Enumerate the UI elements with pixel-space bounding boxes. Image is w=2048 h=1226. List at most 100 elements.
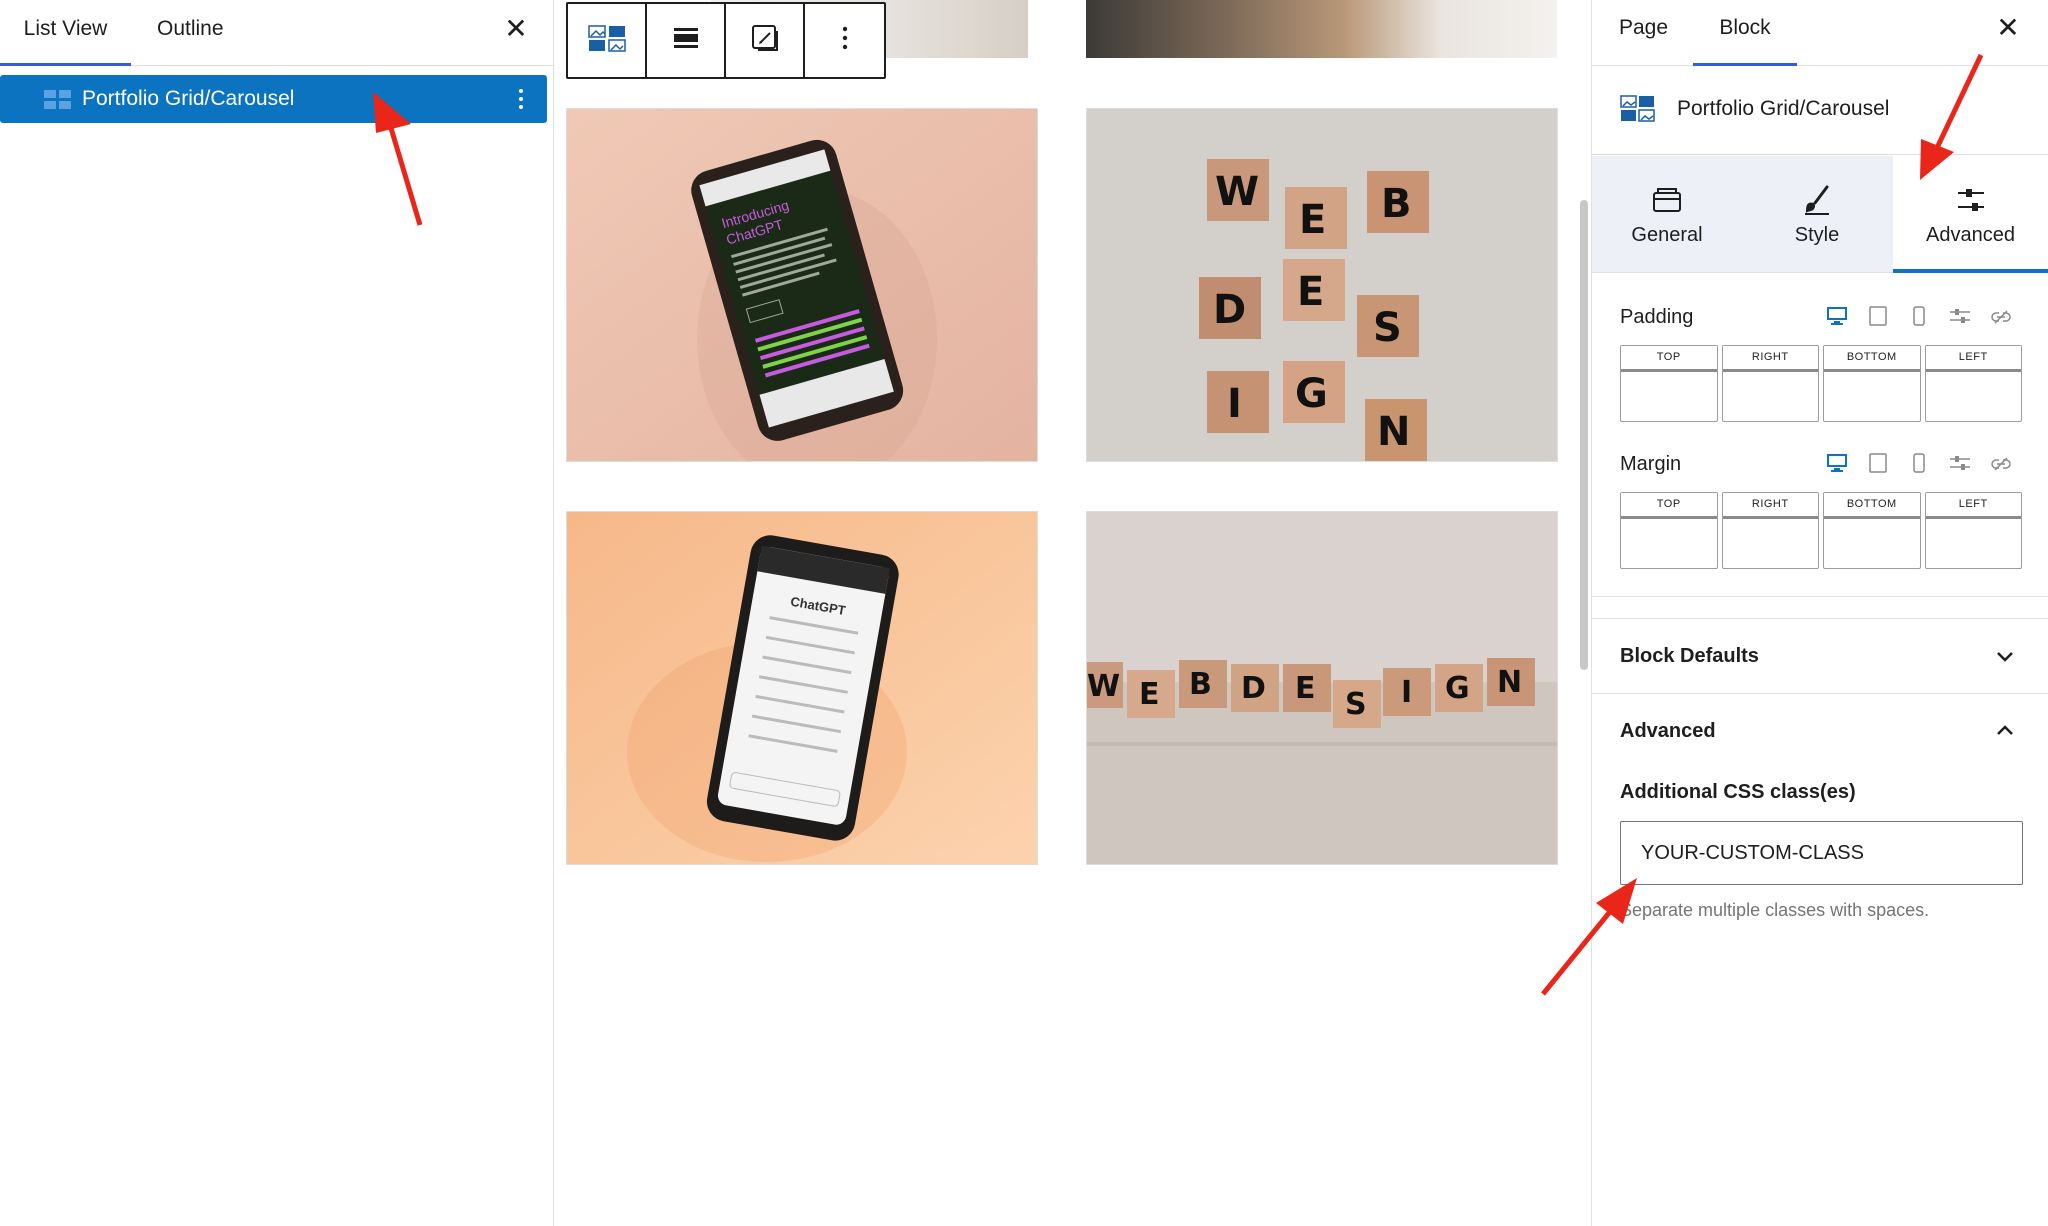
margin-top-label: TOP [1621,493,1717,519]
block-type-button[interactable] [568,4,647,77]
padding-bottom-label: BOTTOM [1824,346,1920,372]
tab-list-view[interactable]: List View [0,0,131,66]
list-view-tabs: List View Outline ✕ [0,0,553,66]
block-defaults-toggle[interactable]: Block Defaults [1592,619,2048,693]
portfolio-block-icon [43,88,73,110]
svg-text:D: D [1241,671,1266,706]
gallery-image-top-right[interactable] [1086,0,1557,58]
css-class-label: Additional CSS class(es) [1620,781,1856,803]
tab-general-label: General [1631,224,1703,246]
svg-text:W: W [1087,669,1120,704]
margin-bottom-label: BOTTOM [1824,493,1920,519]
svg-text:E: E [1295,671,1316,706]
edit-image-button[interactable] [726,4,805,77]
css-class-input[interactable] [1620,821,2023,885]
mobile-icon[interactable] [1906,304,1932,328]
svg-text:G: G [1445,671,1470,706]
tab-advanced-label: Advanced [1926,224,2015,246]
padding-right-field[interactable]: RIGHT [1721,345,1819,422]
more-options-icon [842,26,848,55]
tab-block[interactable]: Block [1693,0,1797,66]
block-title: Portfolio Grid/Carousel [1677,97,1890,120]
tab-outline[interactable]: Outline [157,0,224,66]
margin-left-label: LEFT [1925,493,2021,519]
svg-text:B: B [1381,181,1412,227]
list-view-panel: List View Outline ✕ Portfolio Grid/Carou… [0,0,554,1226]
unit-settings-icon[interactable] [1947,451,1973,475]
advanced-toggle[interactable]: Advanced [1592,694,2048,768]
svg-text:E: E [1297,269,1324,315]
padding-inputs: TOP RIGHT BOTTOM LEFT [1620,345,2022,422]
padding-bottom-input[interactable] [1824,373,1920,422]
tab-style[interactable]: Style [1742,156,1892,273]
margin-top-field[interactable]: TOP [1620,492,1718,569]
tab-general[interactable]: General [1592,156,1742,273]
link-values-icon[interactable] [1988,304,2014,328]
css-class-help: Separate multiple classes with spaces. [1620,900,1930,920]
margin-bottom-field[interactable]: BOTTOM [1823,492,1921,569]
more-options-icon[interactable] [510,83,532,115]
advanced-title: Advanced [1620,720,1716,742]
padding-left-input[interactable] [1925,373,2021,422]
padding-right-input[interactable] [1722,373,1818,422]
padding-device-toggles [1824,304,2014,328]
list-view-item-portfolio[interactable]: Portfolio Grid/Carousel [0,75,547,123]
gallery-image-phone-orange[interactable]: ChatGPT [566,511,1038,865]
svg-text:E: E [1299,197,1326,243]
block-defaults-title: Block Defaults [1620,645,1759,667]
chevron-down-icon [1993,644,2017,668]
general-icon [1651,184,1683,216]
margin-left-field[interactable]: LEFT [1924,492,2022,569]
svg-text:N: N [1377,409,1410,455]
desktop-icon[interactable] [1824,304,1850,328]
unit-settings-icon[interactable] [1947,304,1973,328]
padding-top-input[interactable] [1621,373,1717,422]
chevron-up-icon [1993,719,2017,743]
more-options-button[interactable] [805,4,884,77]
sidebar-tabs: Page Block ✕ [1592,0,2048,66]
svg-text:S: S [1345,687,1367,722]
padding-top-field[interactable]: TOP [1620,345,1718,422]
margin-top-input[interactable] [1621,520,1717,569]
editor-canvas: Introducing ChatGPT W E B D E S I G N Ch… [555,0,1570,1226]
desktop-icon[interactable] [1824,451,1850,475]
padding-left-field[interactable]: LEFT [1924,345,2022,422]
tab-page[interactable]: Page [1619,0,1668,66]
tablet-icon[interactable] [1865,451,1891,475]
margin-right-label: RIGHT [1722,493,1818,519]
tablet-icon[interactable] [1865,304,1891,328]
padding-left-label: LEFT [1925,346,2021,372]
list-view-item-label: Portfolio Grid/Carousel [82,87,295,110]
edit-image-icon [750,23,780,58]
svg-text:I: I [1401,675,1412,710]
gallery-image-phone-peach[interactable]: Introducing ChatGPT [566,108,1038,462]
svg-text:N: N [1497,665,1522,700]
gallery-image-wooden-blocks[interactable]: W E B D E S I G N [1086,108,1558,462]
padding-label: Padding [1620,306,1694,328]
svg-text:D: D [1213,287,1246,333]
align-icon [673,26,699,55]
padding-top-label: TOP [1621,346,1717,372]
margin-label: Margin [1620,453,1682,475]
tab-style-label: Style [1794,224,1840,246]
svg-text:S: S [1373,305,1402,351]
margin-left-input[interactable] [1925,520,2021,569]
gallery-image-wooden-blocks-row[interactable]: W E B D E S I G N [1086,511,1558,865]
margin-device-toggles [1824,451,2014,475]
mobile-icon[interactable] [1906,451,1932,475]
margin-bottom-input[interactable] [1824,520,1920,569]
tab-advanced[interactable]: Advanced [1893,156,2048,273]
close-icon[interactable]: ✕ [500,12,532,44]
svg-text:E: E [1139,677,1160,712]
block-type-icon [587,23,626,58]
settings-subtabs: General Style Advanced [1592,156,2048,273]
margin-right-field[interactable]: RIGHT [1721,492,1819,569]
canvas-scrollbar[interactable] [1580,200,1588,670]
padding-bottom-field[interactable]: BOTTOM [1823,345,1921,422]
svg-text:B: B [1189,667,1212,702]
svg-text:I: I [1227,381,1242,427]
link-values-icon[interactable] [1988,451,2014,475]
align-button[interactable] [647,4,726,77]
close-icon[interactable]: ✕ [1991,10,2025,44]
margin-right-input[interactable] [1722,520,1818,569]
